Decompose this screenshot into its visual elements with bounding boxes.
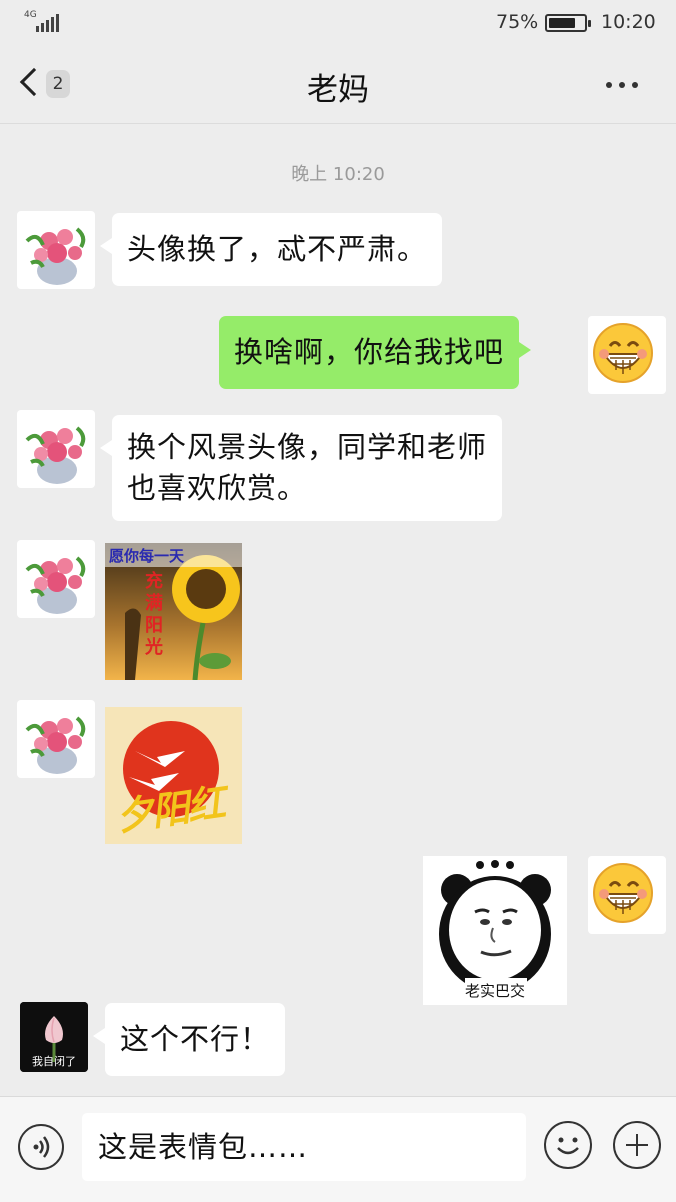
my-avatar[interactable] <box>588 316 666 394</box>
plus-button[interactable] <box>613 1121 661 1169</box>
my-avatar[interactable] <box>588 856 666 934</box>
chat-input-bar: 这是表情包…… <box>0 1096 676 1202</box>
contact-avatar[interactable] <box>17 700 95 778</box>
panda-meme-sticker[interactable]: 老实巴交 <box>423 856 567 1005</box>
more-button[interactable] <box>606 70 652 100</box>
voice-button[interactable] <box>18 1124 64 1170</box>
battery-icon <box>545 14 591 32</box>
message-input[interactable]: 这是表情包…… <box>82 1113 526 1181</box>
status-bar: 4G 75% 10:20 <box>0 0 676 46</box>
sunflower-sticker[interactable]: 愿你每一天 充满阳光 <box>105 543 242 680</box>
voice-icon <box>33 1136 50 1158</box>
message-bubble-incoming[interactable]: 换个风景头像，同学和老师 也喜欢欣赏。 <box>99 415 503 521</box>
emoji-icon <box>557 1137 579 1155</box>
message-bubble-outgoing[interactable]: 换啥啊，你给我找吧 <box>219 316 532 389</box>
sunset-sticker[interactable]: 夕阳红 <box>105 707 242 844</box>
message-text: 这个不行！ <box>120 1022 271 1056</box>
sticker-caption: 充满阳光 <box>145 571 163 658</box>
chat-header: 2 老妈 <box>0 46 676 124</box>
message-text-line: 也喜欢欣赏。 <box>127 471 308 505</box>
message-timestamp: 晚上 10:20 <box>291 164 385 185</box>
message-text-line: 换个风景头像，同学和老师 <box>127 430 488 464</box>
battery-percent: 75% <box>496 11 539 33</box>
message-text: 换啥啊，你给我找吧 <box>234 335 505 369</box>
sticker-caption: 老实巴交 <box>464 982 525 1000</box>
sticker-caption: 愿你每一天 <box>109 547 185 565</box>
status-time: 10:20 <box>601 11 656 33</box>
contact-avatar[interactable] <box>17 410 95 488</box>
contact-avatar[interactable] <box>17 540 95 618</box>
message-text: 头像换了，忒不严肃。 <box>127 232 428 266</box>
contact-avatar[interactable] <box>17 211 95 289</box>
message-bubble-incoming[interactable]: 这个不行！ <box>92 1003 286 1076</box>
signal-icon: 4G <box>24 10 64 34</box>
network-type: 4G <box>24 10 37 20</box>
message-bubble-incoming[interactable]: 头像换了，忒不严肃。 <box>99 213 443 286</box>
more-icon-dot <box>619 82 625 88</box>
more-icon-dot <box>606 82 612 88</box>
avatar-caption: 我自闭了 <box>32 1055 76 1068</box>
chat-title: 老妈 <box>307 72 369 108</box>
emoji-button[interactable] <box>544 1121 592 1169</box>
more-icon-dot <box>632 82 638 88</box>
contact-avatar-lotus[interactable]: 我自闭了 <box>20 1002 88 1072</box>
